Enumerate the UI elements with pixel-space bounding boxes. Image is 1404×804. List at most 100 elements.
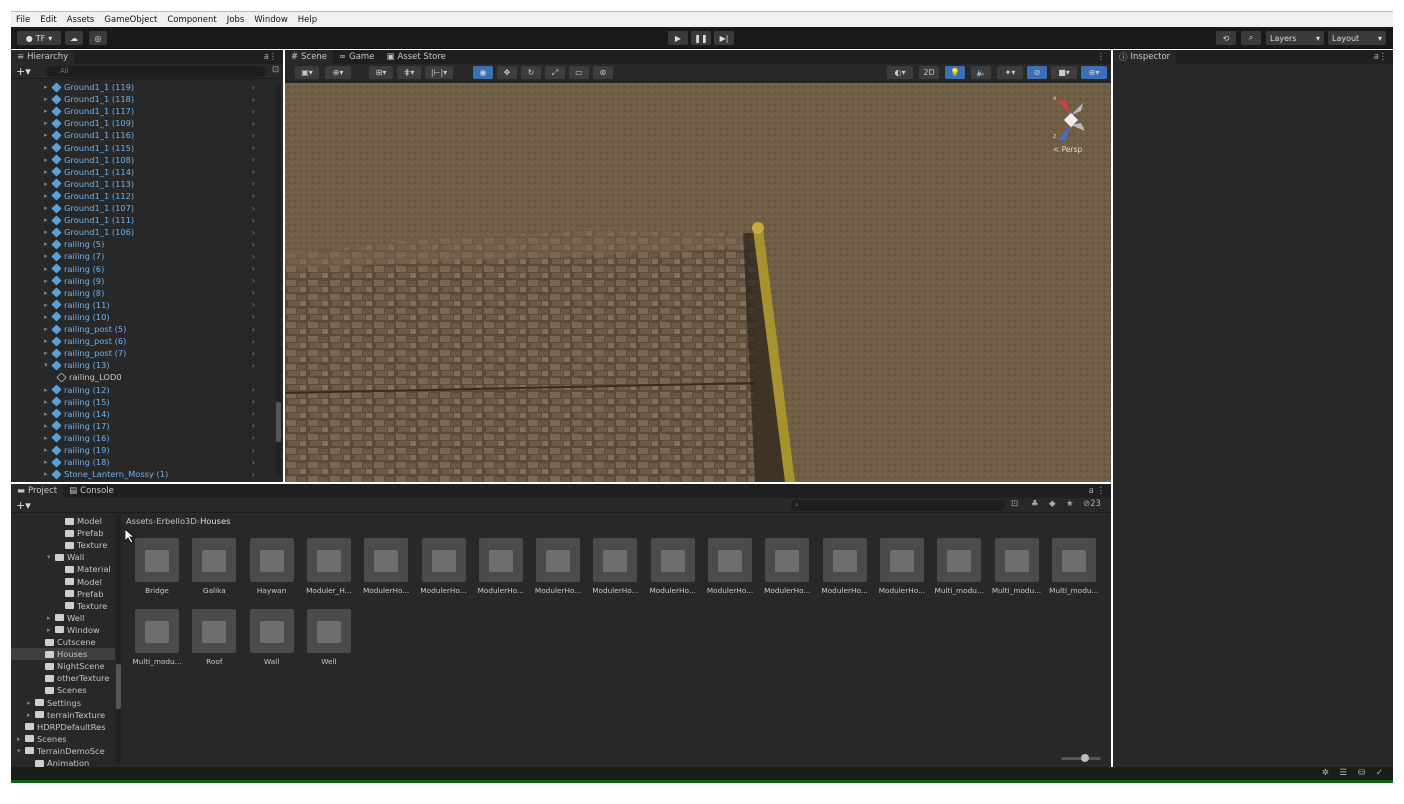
open-prefab-icon[interactable]: › xyxy=(252,421,255,430)
asset-item[interactable]: Well xyxy=(301,609,357,666)
hierarchy-item[interactable]: ▾ railing (13) › xyxy=(44,359,261,371)
hierarchy-item[interactable]: ▸ railing_post (6) › xyxy=(44,335,261,347)
asset-item[interactable]: Moduler_H... xyxy=(301,538,357,595)
folder-tree-item[interactable]: Cutscene xyxy=(11,636,115,648)
more-icon[interactable]: ⋮ xyxy=(269,52,278,62)
folder-tree-item[interactable]: Texture xyxy=(11,600,115,612)
scene-viewport[interactable]: x z < Persp xyxy=(285,83,1111,482)
open-prefab-icon[interactable]: › xyxy=(252,216,255,225)
open-prefab-icon[interactable]: › xyxy=(252,300,255,309)
tag-icon[interactable]: ◆ xyxy=(1049,499,1056,509)
open-prefab-icon[interactable]: › xyxy=(252,337,255,346)
open-prefab-icon[interactable]: › xyxy=(252,397,255,406)
asset-item[interactable]: ModulerHo... xyxy=(530,538,586,595)
snap-increment-button[interactable]: ⋕▾ xyxy=(397,66,421,79)
tab-inspector[interactable]: ⓘ Inspector xyxy=(1113,50,1177,64)
hierarchy-item[interactable]: ▸ Ground1_1 (112) › xyxy=(44,190,261,202)
open-prefab-icon[interactable]: › xyxy=(252,409,255,418)
open-prefab-icon[interactable]: › xyxy=(252,167,255,176)
folder-tree-item[interactable]: HDRPDefaultRes xyxy=(11,721,115,733)
add-icon[interactable]: +▾ xyxy=(16,499,31,512)
hierarchy-item[interactable]: ▸ Ground1_1 (118) › xyxy=(44,93,261,105)
hierarchy-item[interactable]: ▸ railing (15) › xyxy=(44,396,261,408)
asset-item[interactable]: ModulerHo... xyxy=(473,538,529,595)
asset-item[interactable]: ModulerHo... xyxy=(645,538,701,595)
asset-item[interactable]: ModulerHo... xyxy=(874,538,930,595)
open-prefab-icon[interactable]: › xyxy=(252,385,255,394)
menu-item-file[interactable]: File xyxy=(11,15,35,25)
shading-mode-button[interactable]: ▣▾ xyxy=(295,66,319,79)
open-prefab-icon[interactable]: › xyxy=(252,264,255,273)
hierarchy-item[interactable]: ▸ railing_post (5) › xyxy=(44,323,261,335)
hierarchy-item[interactable]: railing_LOD0 xyxy=(56,371,263,383)
hierarchy-item[interactable]: ▸ Ground1_1 (109) › xyxy=(44,117,261,129)
hierarchy-item[interactable]: ▸ railing (9) › xyxy=(44,275,261,287)
folder-tree-item[interactable]: NightScene xyxy=(11,660,115,672)
rotate-tool-button[interactable]: ↻ xyxy=(521,66,541,79)
lighting-toggle[interactable]: 💡 xyxy=(945,66,965,79)
grid-snap-button[interactable]: ⊞▾ xyxy=(369,66,393,79)
view-tool-button[interactable]: ◉ xyxy=(473,66,493,79)
hierarchy-item[interactable]: ▸ railing (16) › xyxy=(44,432,261,444)
zoom-slider-handle[interactable] xyxy=(1081,754,1089,762)
asset-item[interactable]: ModulerHo... xyxy=(358,538,414,595)
menu-item-component[interactable]: Component xyxy=(162,15,221,25)
more-icon[interactable]: ⋮ xyxy=(1097,52,1106,62)
zoom-slider[interactable] xyxy=(1061,754,1101,762)
asset-item[interactable]: ModulerHo... xyxy=(817,538,873,595)
open-prefab-icon[interactable]: › xyxy=(252,179,255,188)
open-prefab-icon[interactable]: › xyxy=(252,312,255,321)
open-prefab-icon[interactable]: › xyxy=(252,107,255,116)
tab-hierarchy[interactable]: ≡ Hierarchy xyxy=(11,50,75,64)
folder-tree-item[interactable]: Houses xyxy=(11,648,115,661)
play-button[interactable]: ▶ xyxy=(668,31,688,45)
chevron-right-icon[interactable]: ▸ xyxy=(44,313,52,321)
account-button[interactable]: ● TF ▾ xyxy=(17,31,61,45)
toggle-2d-button[interactable]: 2D xyxy=(919,66,939,79)
folder-tree-item[interactable]: ▸ terrainTexture xyxy=(11,709,115,721)
hierarchy-item[interactable]: ▸ railing (17) › xyxy=(44,420,261,432)
progress-icon[interactable]: ☰ xyxy=(1339,768,1347,778)
hierarchy-item[interactable]: ▸ Stone_Lantern_Mossy (1) › xyxy=(44,468,261,480)
search-by-type-icon[interactable]: ⊡ xyxy=(1011,499,1018,509)
chevron-down-icon[interactable]: ▾ xyxy=(17,747,25,755)
hierarchy-item[interactable]: ▸ railing (7) › xyxy=(44,250,261,262)
add-icon[interactable]: +▾ xyxy=(16,65,31,78)
open-prefab-icon[interactable]: › xyxy=(252,204,255,213)
hierarchy-scrollbar[interactable] xyxy=(276,82,281,478)
project-search-input[interactable]: ⌕ xyxy=(791,500,1005,511)
breadcrumb-item[interactable]: Houses xyxy=(200,516,230,526)
open-prefab-icon[interactable]: › xyxy=(252,325,255,334)
menu-item-assets[interactable]: Assets xyxy=(62,15,100,25)
open-prefab-icon[interactable]: › xyxy=(252,288,255,297)
asset-item[interactable]: Galika xyxy=(186,538,242,595)
cache-icon[interactable]: ⛁ xyxy=(1358,768,1365,778)
hierarchy-item[interactable]: ▸ railing (10) › xyxy=(44,311,261,323)
hierarchy-item[interactable]: ▸ Ground1_1 (117) › xyxy=(44,105,261,117)
open-prefab-icon[interactable]: › xyxy=(252,83,255,92)
tab-console[interactable]: ▤ Console xyxy=(63,484,120,498)
scrollbar-thumb[interactable] xyxy=(276,402,281,442)
hierarchy-item[interactable]: ▸ railing_post (7) › xyxy=(44,347,261,359)
open-prefab-icon[interactable]: › xyxy=(252,446,255,455)
hierarchy-item[interactable]: ▸ railing (6) › xyxy=(44,263,261,275)
open-prefab-icon[interactable]: › xyxy=(252,155,255,164)
open-prefab-icon[interactable]: › xyxy=(252,131,255,140)
breadcrumb-item[interactable]: Assets xyxy=(126,516,153,526)
transform-tool-button[interactable]: ⊛ xyxy=(593,66,613,79)
hierarchy-item[interactable]: ▸ Ground1_1 (108) › xyxy=(44,154,261,166)
asset-item[interactable]: ModulerHo... xyxy=(416,538,472,595)
folder-tree-item[interactable]: Model xyxy=(11,515,115,527)
asset-item[interactable]: Multi_modu... xyxy=(1046,538,1102,595)
asset-item[interactable]: Roof xyxy=(186,609,242,666)
open-prefab-icon[interactable]: › xyxy=(252,95,255,104)
debug-icon[interactable]: ✲ xyxy=(1322,768,1329,778)
search-options-icon[interactable]: ⊡ xyxy=(272,65,279,75)
hierarchy-item[interactable]: ▸ railing (14) › xyxy=(44,408,261,420)
hierarchy-item[interactable]: ▸ railing (5) › xyxy=(44,238,261,250)
layout-dropdown[interactable]: Layout ▾ xyxy=(1328,31,1386,45)
rect-tool-button[interactable]: ▭ xyxy=(569,66,589,79)
asset-item[interactable]: Bridge xyxy=(129,538,185,595)
hierarchy-item[interactable]: ▸ railing (19) › xyxy=(44,444,261,456)
tab-project[interactable]: ▬ Project xyxy=(11,484,64,498)
